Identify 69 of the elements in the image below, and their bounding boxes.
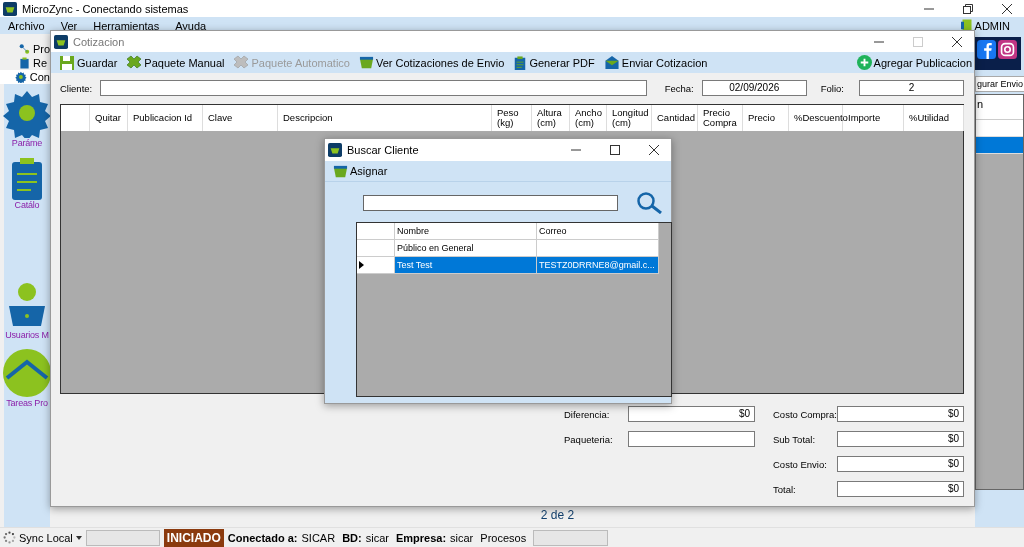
column-header[interactable]: Publicacion Id bbox=[133, 113, 193, 123]
column-header[interactable]: Peso (kg) bbox=[497, 108, 519, 128]
field-label: Folio: bbox=[820, 82, 844, 94]
status-label: BD: bbox=[342, 531, 362, 544]
column-header[interactable]: Descripcion bbox=[283, 113, 333, 123]
folio-field[interactable]: 2 bbox=[859, 80, 964, 96]
date-field[interactable]: 02/09/2026 bbox=[701, 80, 807, 96]
toolbar-button[interactable]: Enviar Cotizacion bbox=[601, 53, 710, 72]
field-label: Paqueteria: bbox=[564, 433, 614, 445]
status-value: SICAR bbox=[301, 531, 336, 544]
side-tab[interactable]: Pro bbox=[0, 42, 50, 56]
window-title: Cotizacion bbox=[73, 35, 125, 48]
status-label: Empresa: bbox=[395, 531, 447, 544]
side-item-label[interactable]: Usuarios M bbox=[5, 330, 49, 340]
status-label: Procesos bbox=[480, 531, 527, 544]
column-header[interactable]: Precio bbox=[748, 113, 775, 123]
field-label: Diferencia: bbox=[564, 408, 611, 420]
side-item-label[interactable]: Paráme bbox=[11, 138, 43, 148]
menu-item[interactable]: Ayuda bbox=[175, 19, 207, 32]
field-label: Fecha: bbox=[664, 82, 694, 94]
column-header[interactable]: Correo bbox=[537, 223, 659, 240]
user-name: ADMIN bbox=[974, 19, 1010, 32]
column-header[interactable]: Clave bbox=[208, 113, 233, 123]
status-label: Conectado a: bbox=[227, 531, 298, 544]
column-header[interactable]: Precio Compra bbox=[703, 108, 737, 128]
amount-field[interactable]: $0 bbox=[628, 406, 755, 422]
amount-field[interactable]: $0 bbox=[837, 456, 964, 472]
menu-item[interactable]: Archivo bbox=[8, 19, 45, 32]
column-header[interactable]: %Descuento bbox=[794, 113, 848, 123]
menu-item[interactable]: Herramientas bbox=[93, 19, 160, 32]
field-label: Sub Total: bbox=[773, 433, 817, 445]
amount-field[interactable]: $0 bbox=[837, 431, 964, 447]
menu-item[interactable]: Ver bbox=[60, 19, 78, 32]
column-header: n bbox=[977, 98, 984, 110]
sync-dropdown[interactable]: Sync Local bbox=[3, 531, 82, 544]
panel-tab[interactable]: gurar Envio bbox=[975, 76, 1024, 92]
field-label: Costo Compra: bbox=[773, 408, 837, 420]
column-header[interactable]: Importe bbox=[848, 113, 881, 123]
page-indicator: 2 de 2 bbox=[540, 508, 575, 522]
column-header[interactable]: Quitar bbox=[95, 113, 121, 123]
status-badge: INICIADO bbox=[163, 528, 224, 547]
side-tab[interactable]: Con bbox=[0, 70, 50, 84]
assign-button[interactable]: Asignar bbox=[331, 161, 390, 181]
column-header[interactable]: Cantidad bbox=[657, 113, 696, 123]
column-header[interactable]: Nombre bbox=[395, 223, 537, 240]
field-label: Total: bbox=[773, 483, 797, 495]
table-cell[interactable]: Público en General bbox=[395, 240, 537, 257]
window-title: MicroZync - Conectando sistemas bbox=[22, 2, 189, 15]
column-header[interactable]: Altura (cm) bbox=[537, 108, 562, 128]
toolbar-button[interactable]: Ver Cotizaciones de Envio bbox=[356, 53, 507, 72]
table-cell[interactable]: Test Test bbox=[395, 257, 537, 274]
toolbar-button[interactable]: Generar PDF bbox=[511, 53, 597, 72]
status-value: sicar bbox=[450, 531, 474, 544]
column-header[interactable]: Ancho (cm) bbox=[575, 108, 602, 128]
field-label: Cliente: bbox=[60, 82, 94, 94]
column-header[interactable]: Longitud (cm) bbox=[612, 108, 649, 128]
status-value: sicar bbox=[365, 531, 389, 544]
amount-field[interactable]: $0 bbox=[837, 481, 964, 497]
amount-field[interactable]: $0 bbox=[837, 406, 964, 422]
window-title: Buscar Cliente bbox=[347, 144, 419, 156]
toolbar-button[interactable]: Paquete Manual bbox=[124, 53, 227, 72]
side-item-label[interactable]: Catálo bbox=[14, 200, 40, 210]
table-cell[interactable]: TESTZ0DRRNE8@gmail.c... bbox=[537, 257, 659, 274]
side-item-label[interactable]: Tareas Pro bbox=[6, 398, 48, 408]
column-header[interactable]: %Utilidad bbox=[909, 113, 950, 123]
side-tab[interactable]: Re bbox=[0, 56, 50, 70]
add-button[interactable]: Agregar Publicacion bbox=[854, 53, 974, 72]
field-label: Costo Envio: bbox=[773, 458, 828, 470]
toolbar-button[interactable]: Guardar bbox=[57, 53, 120, 72]
